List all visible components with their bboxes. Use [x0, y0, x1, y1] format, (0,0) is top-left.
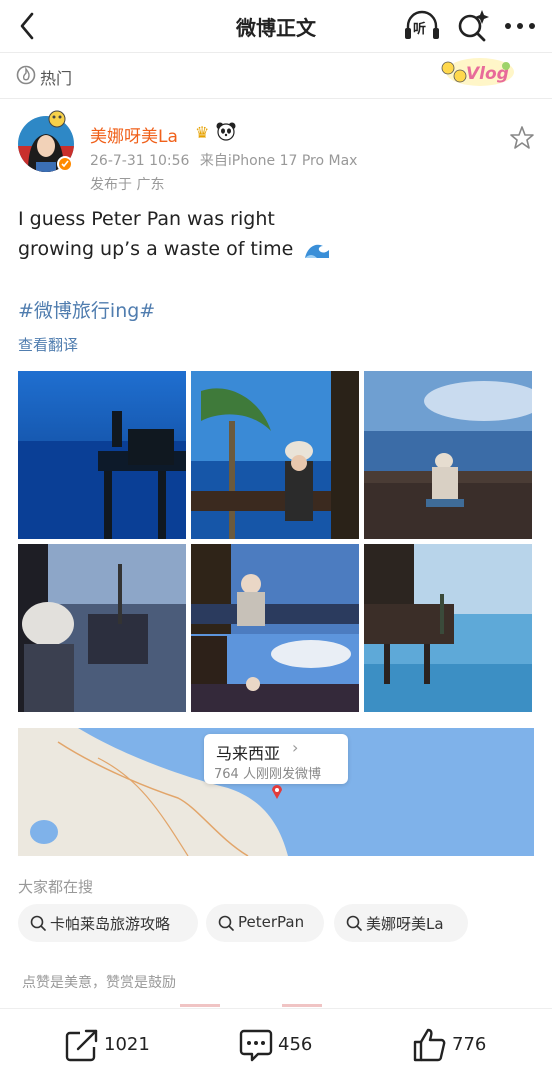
comment-count: 456 [278, 1034, 313, 1055]
map-post-count: 764 人刚刚发微博 [214, 767, 321, 782]
hot-divider [0, 98, 552, 99]
post-meta: 26-7-31 10:56 来自iPhone 17 Pro Max [90, 150, 357, 170]
search-chip-3[interactable]: 美娜呀美La [334, 904, 468, 942]
search-icon [218, 915, 234, 931]
photo-1[interactable] [18, 371, 186, 539]
comment-button[interactable]: 456 [238, 1027, 338, 1063]
photo-5[interactable] [191, 544, 359, 712]
avatar-decoration-icon [48, 110, 66, 128]
like-hint-text: 点赞是美意，赞赏是鼓励 [22, 975, 176, 991]
search-chip-1[interactable]: 卡帕莱岛旅游攻略 [18, 904, 198, 942]
search-sparkle-icon [458, 10, 489, 42]
thumbs-up-icon [413, 1028, 446, 1062]
repost-icon [65, 1029, 98, 1062]
map-location-card[interactable]: 马来西亚 › 764 人刚刚发微博 [204, 734, 348, 784]
map-country-name: 马来西亚 [216, 744, 281, 763]
search-icon [346, 915, 362, 931]
like-button[interactable]: 776 [412, 1027, 512, 1063]
hot-fire-icon [16, 65, 36, 85]
wave-emoji-icon [305, 244, 330, 258]
bottom-action-bar: 1021 456 776 [0, 1008, 552, 1080]
favorite-button[interactable] [508, 124, 536, 152]
search-chip-1-label: 卡帕莱岛旅游攻略 [50, 915, 171, 933]
post-source: 来自iPhone 17 Pro Max [199, 153, 358, 169]
search-button[interactable] [454, 6, 492, 46]
photo-6[interactable] [364, 544, 532, 712]
post-text-line-2: growing up’s a waste of time [18, 238, 331, 260]
post-text-line-1: I guess Peter Pan was right [18, 208, 275, 230]
author-name[interactable]: 美娜呀美La [90, 122, 178, 147]
listen-label: 听 [413, 22, 427, 37]
chevron-right-icon: › [292, 738, 299, 757]
translate-link[interactable]: 查看翻译 [18, 334, 78, 355]
top-nav-bar: 微博正文 听 [0, 0, 552, 52]
verified-badge [57, 156, 73, 172]
search-icon [30, 915, 46, 931]
comment-icon [239, 1029, 273, 1062]
search-chip-2[interactable]: PeterPan [206, 904, 324, 942]
post-timestamp: 26-7-31 10:56 [90, 153, 190, 169]
post-text-line-2-text: growing up’s a waste of time [18, 238, 294, 260]
trending-heading: 大家都在搜 [18, 878, 94, 896]
reward-mark [180, 1004, 220, 1007]
panda-icon [216, 122, 236, 141]
reward-mark [282, 1004, 322, 1007]
back-button[interactable] [10, 6, 50, 46]
photo-2[interactable] [191, 371, 359, 539]
search-chip-2-label: PeterPan [238, 913, 305, 931]
repost-count: 1021 [104, 1034, 150, 1055]
search-chip-3-label: 美娜呀美La [366, 915, 444, 933]
map-pin-icon [272, 785, 282, 799]
hot-label: 热门 [40, 69, 73, 88]
more-button[interactable] [500, 6, 540, 46]
more-dots-icon [505, 23, 535, 29]
back-arrow-icon [20, 12, 34, 40]
crown-icon: ♛ [195, 123, 210, 142]
post-location: 发布于 广东 [90, 177, 165, 193]
like-count: 776 [452, 1034, 487, 1055]
photo-3[interactable] [364, 371, 532, 539]
star-icon [510, 126, 534, 149]
repost-button[interactable]: 1021 [64, 1027, 164, 1063]
photo-4[interactable] [18, 544, 186, 712]
listen-button[interactable]: 听 [402, 6, 442, 46]
vlog-badge-icon: Vlog [441, 58, 514, 86]
hashtag-link[interactable]: #微博旅行ing# [18, 296, 155, 323]
